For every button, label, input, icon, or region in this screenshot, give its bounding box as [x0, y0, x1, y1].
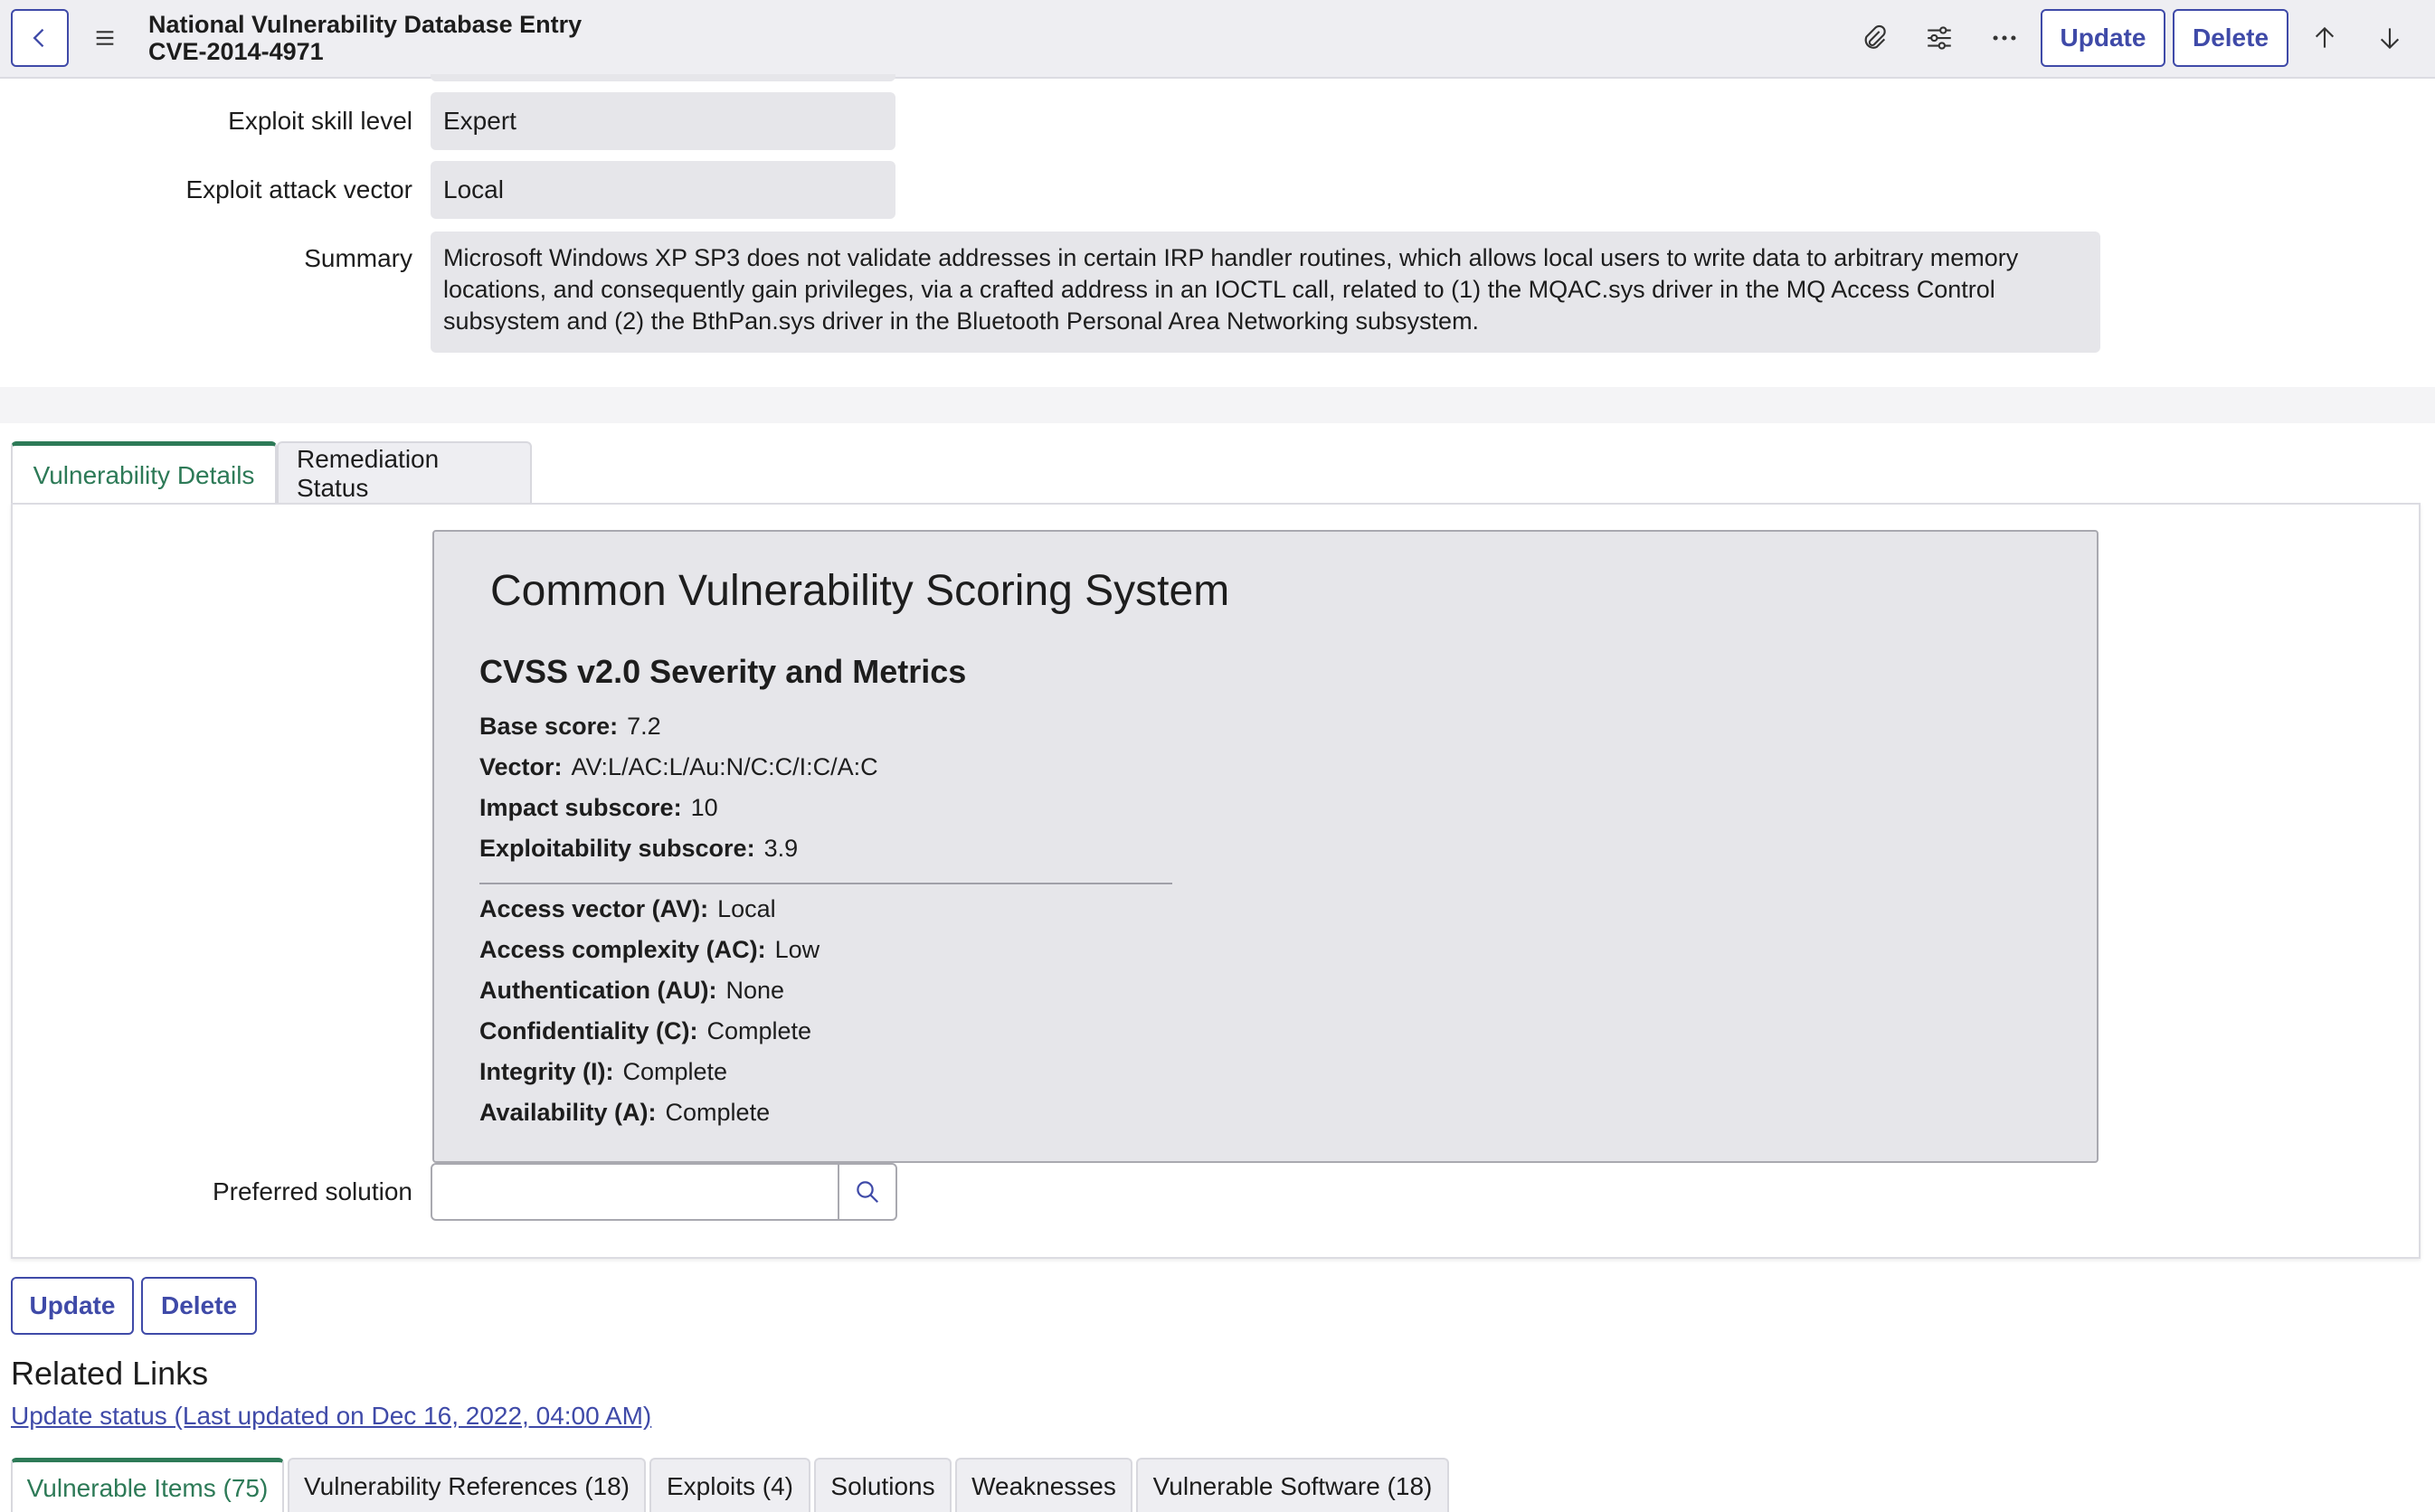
metric-label: Exploitability subscore: [479, 835, 755, 862]
summary-label: Summary [304, 244, 412, 272]
related-links-heading: Related Links [11, 1355, 209, 1392]
arrow-down-icon[interactable] [2372, 20, 2408, 56]
cvss-title: Common Vulnerability Scoring System [490, 567, 1230, 615]
exploit-skill-field: Expert [431, 92, 895, 150]
delete-button-bottom[interactable]: Delete [141, 1277, 257, 1335]
metric-label: Availability (A): [479, 1099, 657, 1126]
delete-button[interactable]: Delete [2173, 9, 2288, 67]
cvss-section: Common Vulnerability Scoring System CVSS… [432, 530, 2099, 1163]
tab-remediation-status[interactable]: Remediation Status [277, 441, 532, 505]
tab-vulnerable-software[interactable]: Vulnerable Software (18) [1136, 1458, 1449, 1512]
metric-label: Vector: [479, 753, 563, 780]
metric-value: 10 [690, 794, 718, 821]
record-number: CVE-2014-4971 [148, 38, 324, 65]
cvss-subtitle: CVSS v2.0 Severity and Metrics [479, 653, 967, 690]
update-button-bottom[interactable]: Update [11, 1277, 134, 1335]
confidentiality-row: Confidentiality (C): Complete [479, 1017, 811, 1045]
preferred-solution-lookup-button[interactable] [838, 1163, 897, 1221]
metric-value: Complete [665, 1099, 771, 1126]
exploit-vector-label: Exploit attack vector [185, 175, 412, 203]
metric-value: Low [774, 936, 820, 963]
access-complexity-row: Access complexity (AC): Low [479, 936, 820, 964]
summary-field: Microsoft Windows XP SP3 does not valida… [431, 232, 2100, 353]
record-type-title: National Vulnerability Database Entry [148, 11, 583, 38]
cvss-divider [479, 883, 1172, 884]
tab-vulnerability-details[interactable]: Vulnerability Details [11, 441, 277, 505]
arrow-up-icon[interactable] [2307, 20, 2343, 56]
exploitability-subscore-row: Exploitability subscore: 3.9 [479, 835, 798, 863]
tab-vulnerable-items[interactable]: Vulnerable Items (75) [11, 1458, 284, 1512]
metric-label: Access complexity (AC): [479, 936, 766, 963]
metric-label: Integrity (I): [479, 1058, 614, 1085]
metric-label: Impact subscore: [479, 794, 682, 821]
search-icon [857, 1181, 879, 1204]
metric-value: AV:L/AC:L/Au:N/C:C/I:C/A:C [571, 753, 878, 780]
access-vector-row: Access vector (AV): Local [479, 895, 776, 923]
update-status-link[interactable]: Update status (Last updated on Dec 16, 2… [11, 1402, 651, 1431]
back-button[interactable] [11, 9, 69, 67]
metric-value: Local [717, 895, 776, 922]
section-divider [0, 387, 2435, 423]
settings-sliders-icon[interactable] [1921, 20, 1957, 56]
paperclip-icon[interactable] [1856, 20, 1892, 56]
availability-row: Availability (A): Complete [479, 1099, 770, 1127]
metric-value: Complete [706, 1017, 812, 1044]
integrity-row: Integrity (I): Complete [479, 1058, 727, 1086]
metric-label: Base score: [479, 713, 619, 740]
metric-label: Authentication (AU): [479, 977, 717, 1004]
exploit-vector-field: Local [431, 161, 895, 219]
metric-value: None [725, 977, 785, 1004]
tab-solutions[interactable]: Solutions [814, 1458, 952, 1512]
previous-field-edge [431, 74, 895, 81]
metric-value: Complete [622, 1058, 728, 1085]
preferred-solution-input[interactable] [431, 1163, 839, 1221]
tab-weaknesses[interactable]: Weaknesses [955, 1458, 1132, 1512]
page-title: National Vulnerability Database Entry CV… [148, 11, 582, 65]
hamburger-menu-icon[interactable] [90, 24, 119, 52]
tab-vulnerability-references[interactable]: Vulnerability References (18) [288, 1458, 646, 1512]
more-options-icon[interactable] [1986, 20, 2023, 56]
metric-value: 3.9 [763, 835, 799, 862]
form-header: National Vulnerability Database Entry CV… [0, 0, 2435, 79]
update-button[interactable]: Update [2041, 9, 2165, 67]
tab-exploits[interactable]: Exploits (4) [649, 1458, 810, 1512]
impact-subscore-row: Impact subscore: 10 [479, 794, 718, 822]
chevron-left-icon [33, 28, 44, 48]
base-score-row: Base score: 7.2 [479, 713, 661, 741]
vector-row: Vector: AV:L/AC:L/Au:N/C:C/I:C/A:C [479, 753, 878, 781]
metric-value: 7.2 [627, 713, 661, 740]
metric-label: Access vector (AV): [479, 895, 709, 922]
authentication-row: Authentication (AU): None [479, 977, 784, 1005]
metric-label: Confidentiality (C): [479, 1017, 698, 1044]
exploit-skill-label: Exploit skill level [228, 107, 412, 135]
preferred-solution-label: Preferred solution [212, 1177, 412, 1205]
